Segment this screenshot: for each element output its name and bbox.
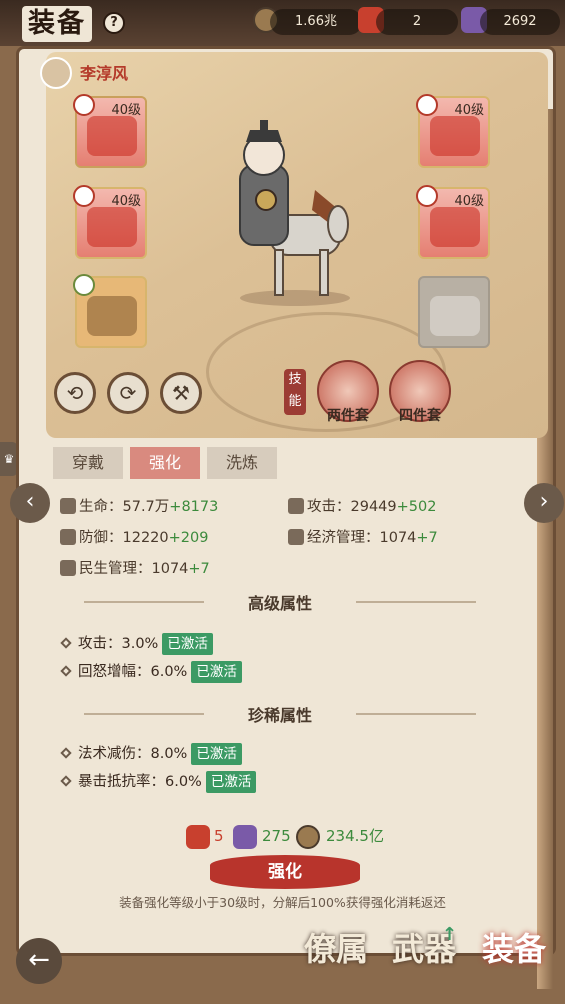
purple-stone-icon xyxy=(233,825,257,849)
active-badge: 已激活 xyxy=(191,743,242,765)
tab-enhance[interactable]: 强化 xyxy=(130,447,200,479)
divider-line xyxy=(84,713,204,715)
stat-attack-plus: +502 xyxy=(396,499,437,515)
enhance-button[interactable]: 强化 xyxy=(210,855,360,889)
shield-icon xyxy=(60,529,76,545)
cost-coin: 234.5亿 xyxy=(326,827,384,845)
slot-badge-icon xyxy=(416,185,438,207)
page-title: 装备 xyxy=(22,6,92,42)
next-hero-arrow[interactable]: › xyxy=(524,483,564,523)
weapon-icon xyxy=(87,116,137,156)
stat-livelihood-label: 民生管理：1074 xyxy=(79,561,189,577)
hammer-button[interactable]: ⚒ xyxy=(160,372,202,414)
resource-coin: 1.66兆 xyxy=(270,9,362,35)
resource-stone: 2692 xyxy=(480,9,560,35)
slot-empty[interactable] xyxy=(418,276,490,348)
refresh-button[interactable]: ⟳ xyxy=(107,372,149,414)
resource-coin-value: 1.66兆 xyxy=(295,14,337,29)
armor-icon xyxy=(87,207,137,247)
prev-hero-arrow[interactable]: ‹ xyxy=(10,483,50,523)
stat-defense-plus: +209 xyxy=(168,530,209,546)
abacus-icon xyxy=(288,529,304,545)
section-advanced-label: 高级属性 xyxy=(247,594,312,613)
divider-line xyxy=(84,601,204,603)
stat-defense-label: 防御：12220 xyxy=(79,530,169,546)
active-badge: 已激活 xyxy=(162,633,213,655)
attr-row: 法术减伤：8.0% 已激活 xyxy=(52,741,532,767)
attr-text: 暴击抵抗率：6.0% xyxy=(78,774,202,790)
attr-text: 法术减伤：8.0% xyxy=(78,746,188,762)
stat-defense: 防御：12220+209 xyxy=(60,527,208,549)
empty-slot-icon xyxy=(430,296,480,336)
stat-hp-plus: +8173 xyxy=(169,499,219,515)
nav-equipment[interactable]: 装备 xyxy=(482,924,546,970)
tab-refine[interactable]: 洗炼 xyxy=(207,447,277,479)
hero-name: 李淳风 xyxy=(80,64,129,83)
boots-icon xyxy=(430,207,480,247)
attr-text: 攻击：3.0% xyxy=(78,636,159,652)
four-piece-set-label: 四件套 xyxy=(399,408,441,424)
slot-badge-icon xyxy=(73,185,95,207)
resource-ingot-value: 2 xyxy=(412,14,422,29)
diamond-icon xyxy=(60,665,72,677)
diamond-icon xyxy=(60,747,72,759)
recycle-button[interactable]: ⟲ xyxy=(54,372,96,414)
slot-weapon[interactable]: 40级 xyxy=(73,94,147,168)
attr-row: 回怒增幅：6.0% 已激活 xyxy=(52,659,532,685)
stat-economy-label: 经济管理：1074 xyxy=(307,530,417,546)
helmet-icon xyxy=(430,116,480,156)
heart-icon xyxy=(60,498,76,514)
slot-helmet[interactable]: 40级 xyxy=(416,94,490,168)
slot-badge-icon xyxy=(73,274,95,296)
attr-row: 攻击：3.0% 已激活 xyxy=(52,631,532,657)
stat-economy-plus: +7 xyxy=(416,530,438,546)
attr-text: 回怒增幅：6.0% xyxy=(78,664,188,680)
skill-tag: 技能 xyxy=(284,369,306,415)
tab-wear[interactable]: 穿戴 xyxy=(53,447,123,479)
hero-on-horse-image xyxy=(239,120,350,306)
red-ingot-icon xyxy=(186,825,210,849)
stat-hp-label: 生命：57.7万 xyxy=(79,499,170,515)
slot-badge-icon xyxy=(73,94,95,116)
stat-attack: 攻击：29449+502 xyxy=(288,496,436,518)
slot-badge-icon xyxy=(416,94,438,116)
coin-icon xyxy=(296,825,320,849)
cost-stone: 275 xyxy=(262,827,291,845)
two-piece-set-label: 两件套 xyxy=(327,408,369,424)
stat-livelihood: 民生管理：1074+7 xyxy=(60,558,210,580)
attack-icon xyxy=(288,498,304,514)
help-icon[interactable]: ? xyxy=(103,12,125,34)
stat-economy: 经济管理：1074+7 xyxy=(288,527,438,549)
enhance-note: 装备强化等级小于30级时，分解后100%获得强化消耗返还 xyxy=(119,895,446,910)
divider-line xyxy=(356,601,476,603)
stat-livelihood-plus: +7 xyxy=(188,561,210,577)
nav-retainers[interactable]: 僚属 xyxy=(304,924,368,970)
slot-armor[interactable]: 40级 xyxy=(73,185,147,259)
people-icon xyxy=(60,560,76,576)
slot-mount[interactable] xyxy=(73,274,147,348)
resource-ingot: 2 xyxy=(376,9,458,35)
hero-avatar[interactable] xyxy=(40,57,72,89)
diamond-icon xyxy=(60,637,72,649)
stat-hp: 生命：57.7万+8173 xyxy=(60,496,218,518)
section-rare-label: 珍稀属性 xyxy=(247,706,312,725)
slot-boots[interactable]: 40级 xyxy=(416,185,490,259)
cost-ingot: 5 xyxy=(214,827,224,845)
back-arrow-icon[interactable]: ← xyxy=(16,938,62,984)
horse-icon xyxy=(87,296,137,336)
section-rare-title: 珍稀属性 xyxy=(84,702,476,726)
attr-row: 暴击抵抗率：6.0% 已激活 xyxy=(52,769,532,795)
stat-attack-label: 攻击：29449 xyxy=(307,499,397,515)
resource-stone-value: 2692 xyxy=(503,14,537,29)
divider-line xyxy=(356,713,476,715)
active-badge: 已激活 xyxy=(191,661,242,683)
upgrade-arrow-icon: ↑ xyxy=(442,924,458,945)
active-badge: 已激活 xyxy=(205,771,257,793)
diamond-icon xyxy=(60,775,72,787)
section-advanced-title: 高级属性 xyxy=(84,590,476,614)
